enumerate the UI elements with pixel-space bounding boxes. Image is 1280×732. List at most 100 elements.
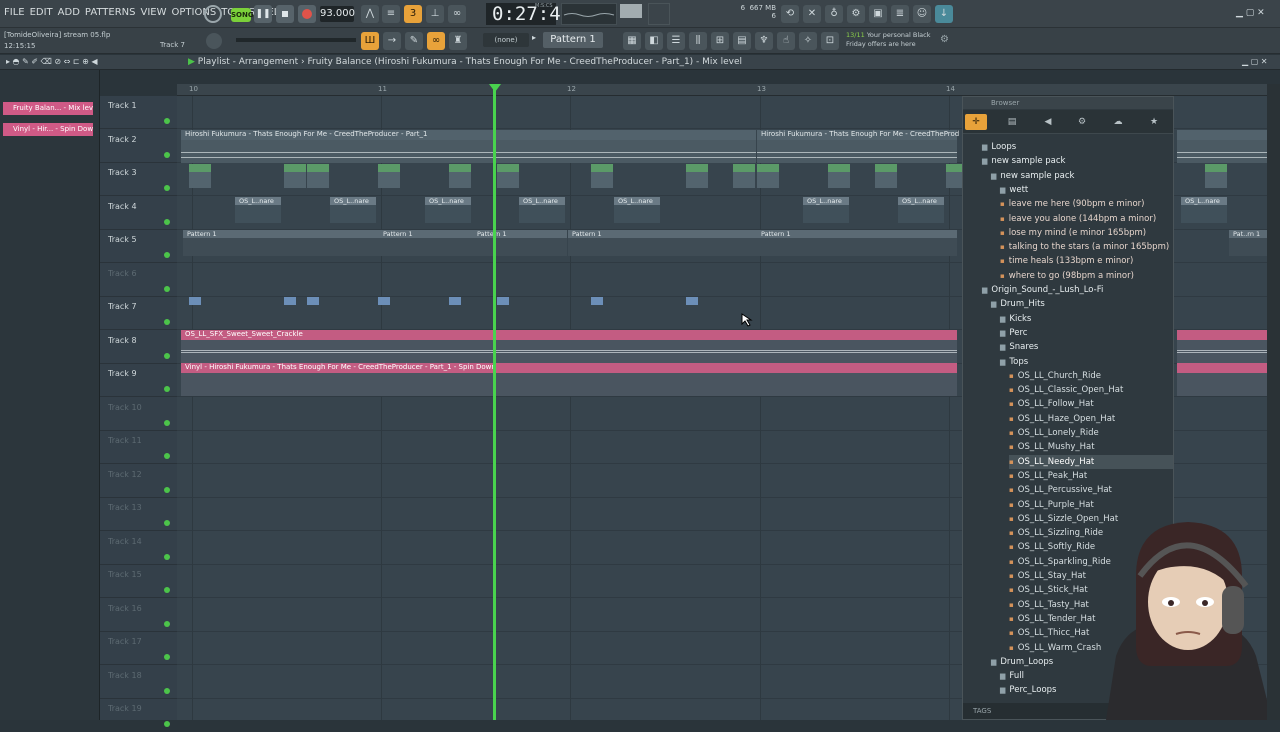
browser-folder[interactable]: ▆ Kicks [1000, 312, 1173, 326]
track-mute-led[interactable] [164, 553, 170, 560]
plugin-icon[interactable]: ⚙ [847, 5, 865, 23]
hat-clip[interactable] [591, 164, 613, 188]
song-mode-button[interactable]: SONG [231, 8, 254, 22]
track-header[interactable]: Track 19 [100, 699, 177, 732]
browser-folder[interactable]: ▆ Tops [1000, 355, 1173, 369]
timeline-ruler[interactable]: 10 11 12 13 14 [177, 84, 1267, 96]
track-header[interactable]: Track 16 [100, 599, 177, 632]
piano-icon[interactable]: Ш [361, 32, 379, 50]
automation-clip[interactable] [307, 297, 319, 323]
hat-clip[interactable] [497, 164, 519, 188]
snare-clip[interactable]: OS_L..nare [425, 197, 471, 223]
channel-rack-icon[interactable]: ☰ [667, 32, 685, 50]
track-mute-led[interactable] [164, 151, 170, 158]
track-header[interactable]: Track 7 [100, 297, 177, 330]
save-icon[interactable]: ▣ [869, 5, 887, 23]
browser-file[interactable]: ▪ leave you alone (144bpm a minor) [1000, 212, 1173, 226]
track-header[interactable]: Track 13 [100, 498, 177, 531]
pitch-knob[interactable] [648, 3, 670, 25]
track-mute-led[interactable] [164, 118, 170, 124]
pattern-clip[interactable]: Pattern 1 [379, 230, 473, 256]
track-header[interactable]: Track 11 [100, 431, 177, 464]
browser-project-icon[interactable]: ▤ [1001, 114, 1023, 130]
wrench-icon[interactable]: ✧ [799, 32, 817, 50]
download-icon[interactable]: ↓ [935, 5, 953, 23]
stop-button[interactable] [276, 5, 294, 23]
browser-folder[interactable]: ▆ Drum_Hits [991, 297, 1173, 311]
track-mute-led[interactable] [164, 620, 170, 627]
snare-clip[interactable]: OS_L..nare [614, 197, 660, 223]
hat-clip[interactable] [686, 164, 708, 188]
arrow-icon[interactable]: → [383, 32, 401, 50]
cart-icon[interactable]: ⊡ [821, 32, 839, 50]
pattern-prev-icon[interactable]: ▸ [532, 33, 536, 42]
loop-record-button[interactable]: ∞ [448, 5, 466, 23]
mixer-icon[interactable]: ✕ [803, 5, 821, 23]
automation-clip[interactable] [189, 297, 201, 323]
audio-clip[interactable]: Vinyl - Hiroshi Fukumura - Thats Enough … [181, 363, 957, 396]
snare-clip[interactable]: OS_L..nare [519, 197, 565, 223]
snare-clip[interactable]: OS_L..nare [330, 197, 376, 223]
audio-clip[interactable]: Hiroshi Fukumura - Thats Enough For Me -… [757, 130, 959, 163]
track-mute-led[interactable] [164, 185, 170, 191]
track-mute-led[interactable] [164, 520, 170, 526]
track-mute-led[interactable] [164, 721, 170, 727]
mixer-fader-icon[interactable]: ≣ [891, 5, 909, 23]
microphone-icon[interactable]: ♁ [825, 5, 843, 23]
browser-folder[interactable]: ▆ new sample pack [991, 169, 1173, 183]
snare-clip[interactable]: OS_L..nare [898, 197, 944, 223]
menu-view[interactable]: VIEW [141, 7, 167, 18]
browser-file[interactable]: ▪ OS_LL_Follow_Hat [1009, 397, 1173, 411]
track-mute-led[interactable] [164, 386, 170, 392]
track-header[interactable]: Track 15 [100, 565, 177, 598]
track-mute-led[interactable] [164, 486, 170, 493]
browser-icon[interactable]: ⊞ [711, 32, 729, 50]
browser-file[interactable]: ▪ OS_LL_Lonely_Ride [1009, 426, 1173, 440]
browser-file[interactable]: ▪ OS_LL_Haze_Open_Hat [1009, 412, 1173, 426]
clip-source-item[interactable]: Vinyl - Hir... - Spin Down [3, 123, 93, 136]
hat-clip[interactable] [449, 164, 471, 188]
master-volume-knob[interactable] [204, 5, 222, 23]
browser-file[interactable]: ▪ OS_LL_Church_Ride [1009, 369, 1173, 383]
track-header[interactable]: Track 6 [100, 264, 177, 297]
audio-clip[interactable] [1177, 130, 1267, 163]
track-mute-led[interactable] [164, 252, 170, 258]
automation-clip[interactable] [378, 297, 390, 323]
hat-clip[interactable] [284, 164, 306, 188]
track-header[interactable]: Track 10 [100, 398, 177, 431]
audio-clip[interactable]: OS_LL_SFX_Sweet_Sweet_Crackle [181, 330, 957, 363]
track-header[interactable]: Track 3 [100, 163, 177, 196]
audio-clip[interactable] [1177, 330, 1267, 363]
browser-folder[interactable]: ▆ Origin_Sound_-_Lush_Lo-Fi [982, 283, 1173, 297]
browser-file[interactable]: ▪ leave me here (90bpm e minor) [1000, 197, 1173, 211]
browser-folder[interactable]: ▆ Loops [982, 140, 1173, 154]
gear-icon[interactable]: ⚙ [940, 34, 949, 45]
automation-clip[interactable] [686, 297, 698, 323]
menu-file[interactable]: FILE [4, 7, 25, 18]
vertical-scrollbar[interactable] [1267, 84, 1280, 720]
automation-clip[interactable] [449, 297, 461, 323]
track-header[interactable]: Track 18 [100, 666, 177, 699]
menu-edit[interactable]: EDIT [30, 7, 53, 18]
browser-file[interactable]: ▪ talking to the stars (a minor 165bpm) [1000, 240, 1173, 254]
clipboard-icon[interactable]: ▤ [733, 32, 751, 50]
snare-clip[interactable]: OS_L..nare [235, 197, 281, 223]
snare-clip[interactable]: OS_L..nare [803, 197, 849, 223]
hat-clip[interactable] [189, 164, 211, 188]
track-header[interactable]: Track 8 [100, 331, 177, 364]
track-header[interactable]: Track 5 [100, 230, 177, 263]
metronome-button[interactable]: ⋀ [361, 5, 379, 23]
audio-clip[interactable]: Hiroshi Fukumura - Thats Enough For Me -… [181, 130, 756, 163]
pattern-selector[interactable]: Pattern 1 [543, 32, 603, 48]
pattern-clip[interactable]: Pattern 1 [473, 230, 567, 256]
track-mute-led[interactable] [164, 654, 170, 660]
window-controls[interactable]: ▁ ▢ ✕ [1236, 8, 1265, 18]
automation-clip[interactable] [591, 297, 603, 323]
hat-clip[interactable] [1205, 164, 1227, 188]
track-mute-led[interactable] [164, 587, 170, 593]
audio-clip[interactable] [1177, 363, 1267, 396]
menu-add[interactable]: ADD [58, 7, 80, 18]
hat-clip[interactable] [733, 164, 755, 188]
track-header[interactable]: Track 4 [100, 197, 177, 230]
track-header[interactable]: Track 14 [100, 532, 177, 565]
